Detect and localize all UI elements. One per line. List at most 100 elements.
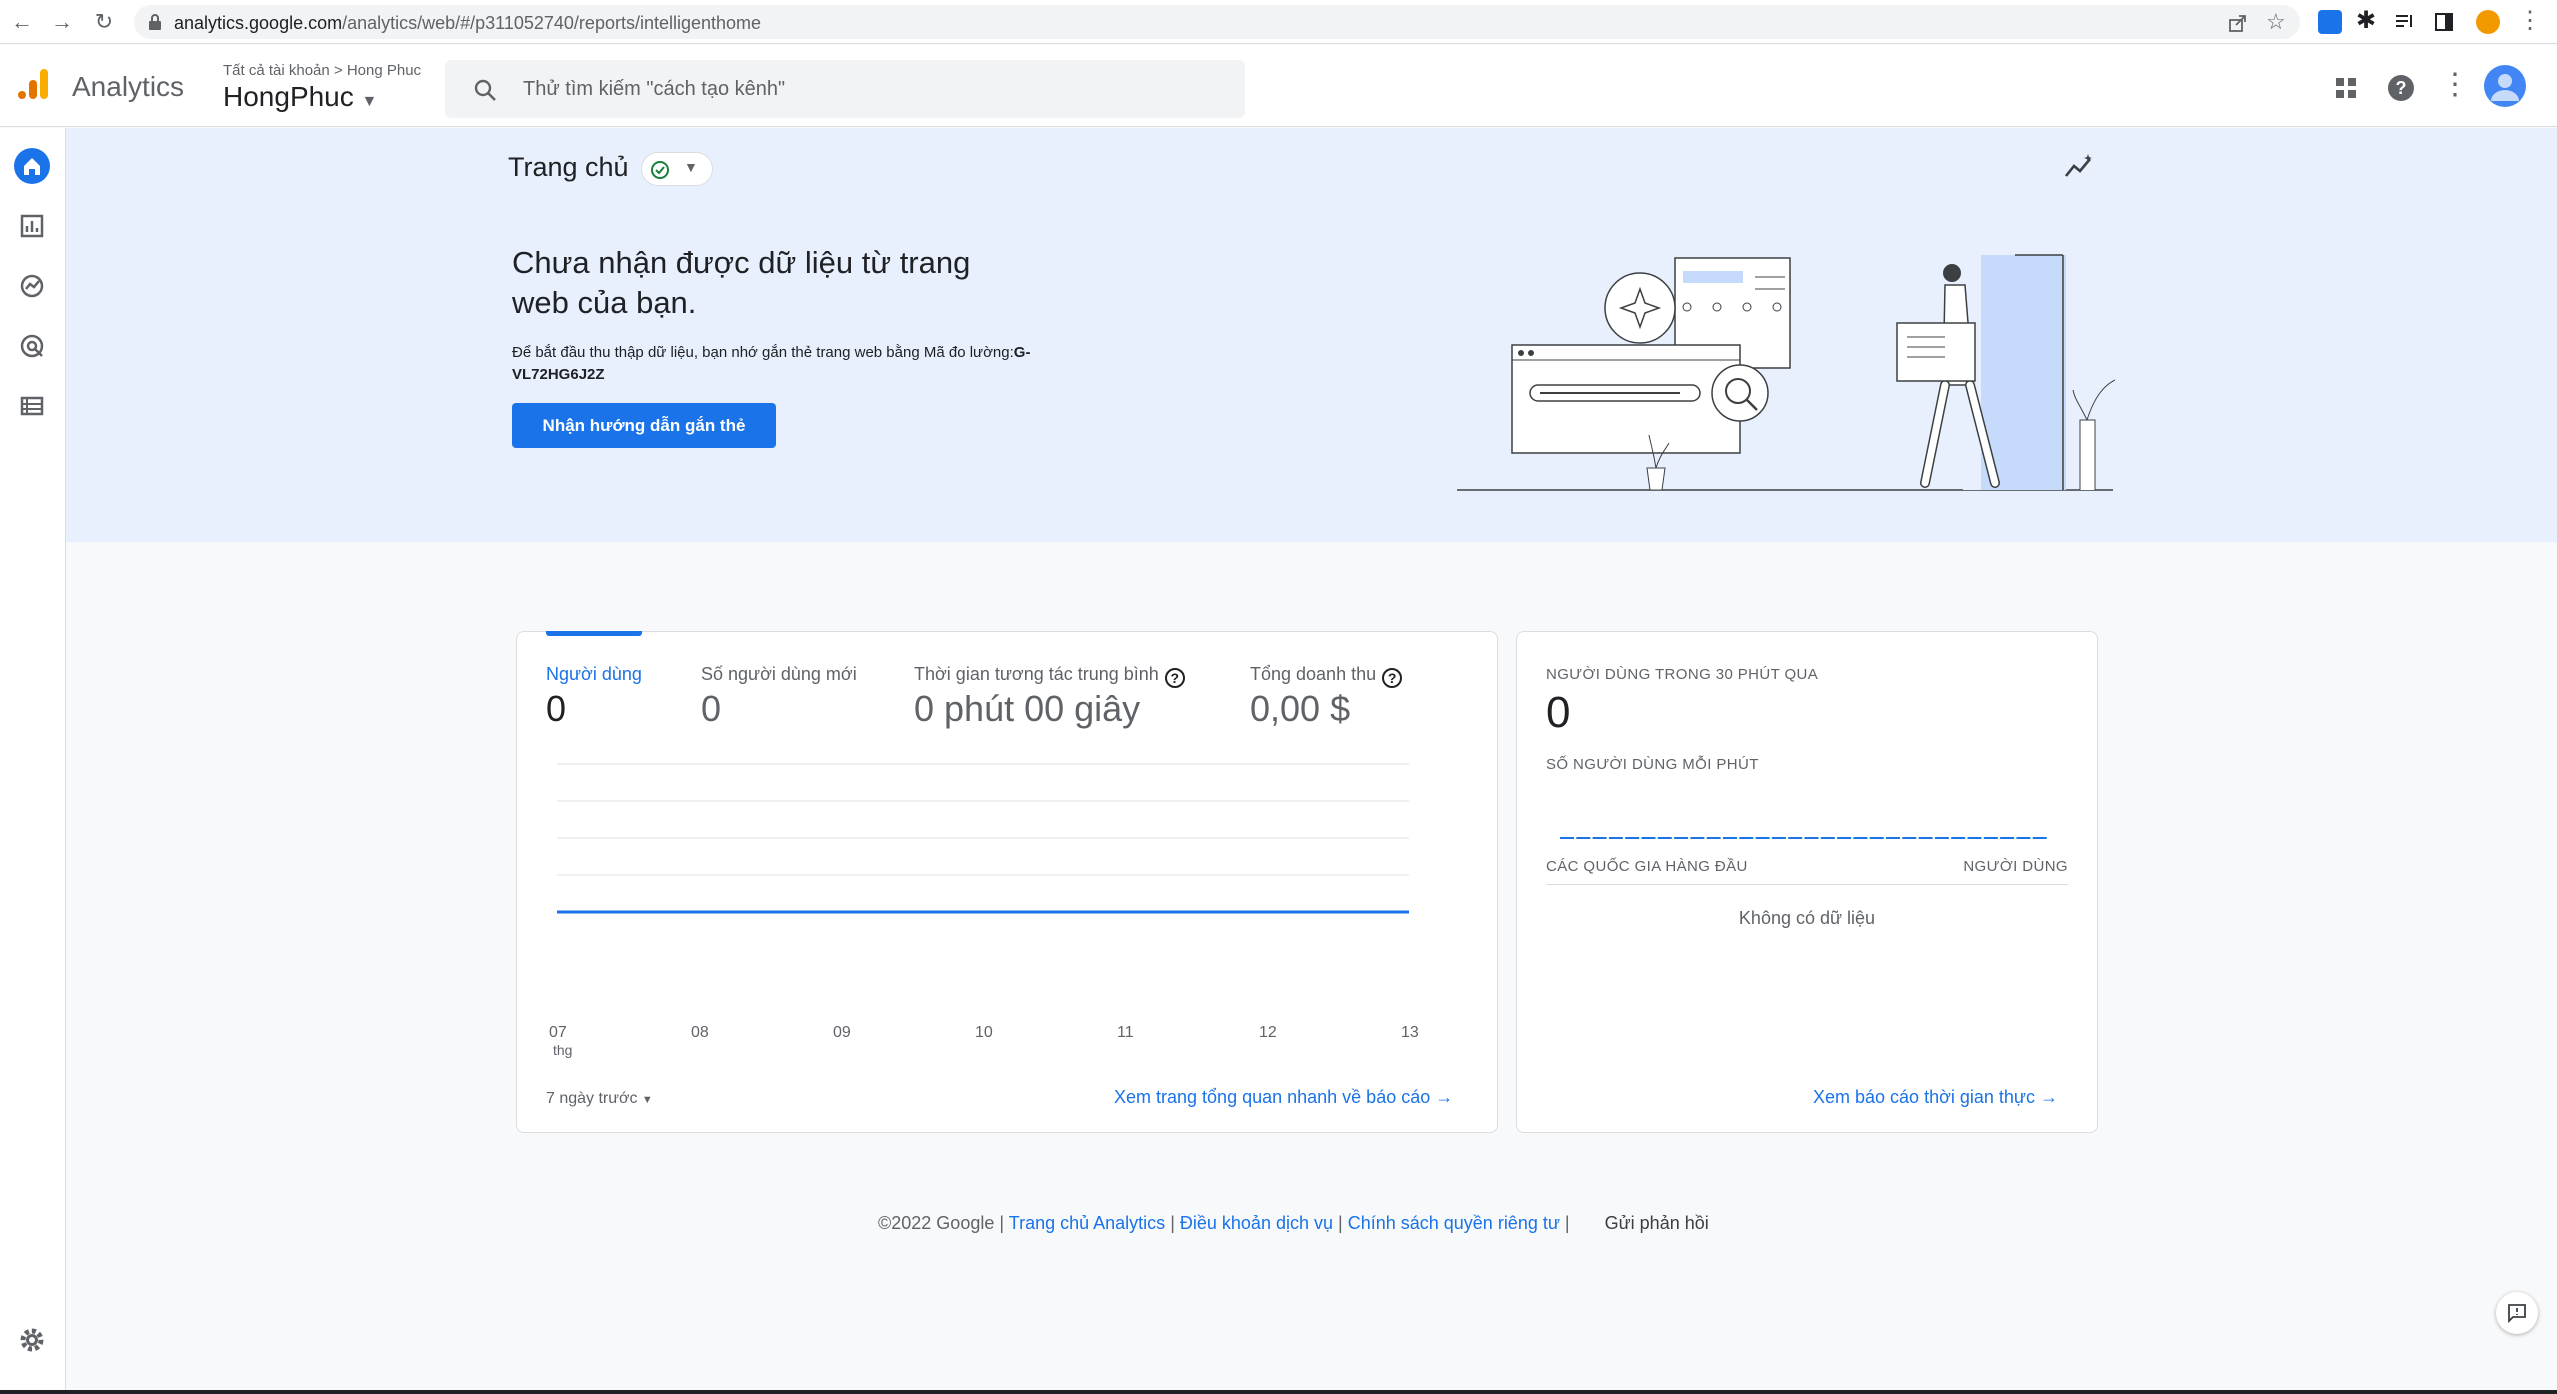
- tab-users[interactable]: Người dùng: [546, 664, 642, 685]
- minute-bar: [1723, 837, 1737, 839]
- x-tick-label: 08: [691, 1024, 709, 1041]
- active-tab-indicator: [546, 631, 642, 636]
- minute-bar: [1918, 837, 1933, 839]
- x-tick-label: 11: [1117, 1024, 1134, 1041]
- search-input[interactable]: Thử tìm kiếm "cách tạo kênh": [445, 60, 1245, 118]
- app-name: Analytics: [72, 71, 185, 102]
- minute-bar: [1657, 837, 1672, 839]
- share-icon[interactable]: [2228, 13, 2248, 33]
- more-vert-icon[interactable]: ⋮: [2440, 67, 2470, 102]
- hero-banner: [66, 128, 2557, 542]
- minute-bar: [2000, 837, 2015, 839]
- minute-bar: [1592, 837, 1607, 839]
- admin-settings-icon[interactable]: [14, 1322, 50, 1358]
- minute-bar: [1706, 837, 1721, 839]
- status-chip[interactable]: ▼: [641, 152, 713, 186]
- breadcrumb[interactable]: Tất cả tài khoản > Hong Phuc: [223, 62, 421, 79]
- arrow-right-icon: →: [2040, 1087, 2058, 1107]
- minute-bar: [1641, 837, 1656, 839]
- users-column-header: NGƯỜI DÙNG: [1963, 858, 2068, 875]
- copyright: ©2022 Google: [878, 1213, 995, 1233]
- browser-toolbar: ← → ↻ analytics.google.com/analytics/web…: [0, 0, 2557, 44]
- minute-bar: [1576, 837, 1591, 839]
- dropdown-arrow-icon: ▼: [641, 1094, 653, 1106]
- divider: [1546, 884, 2068, 885]
- view-realtime-link[interactable]: Xem báo cáo thời gian thực →: [1813, 1087, 2058, 1108]
- account-avatar-icon[interactable]: [2484, 65, 2526, 107]
- profile-avatar-icon[interactable]: [2476, 10, 2500, 34]
- help-circle-icon[interactable]: ?: [1164, 668, 1185, 688]
- footer-feedback-link[interactable]: Gửi phản hồi: [1605, 1213, 1709, 1233]
- view-reports-snapshot-link[interactable]: Xem trang tổng quan nhanh về báo cáo →: [1114, 1087, 1453, 1108]
- tab-new-users[interactable]: Số người dùng mới: [701, 664, 857, 685]
- footer: ©2022 Google | Trang chủ Analytics | Điề…: [878, 1213, 1709, 1233]
- reload-icon[interactable]: ↻: [90, 8, 118, 36]
- tab-total-revenue[interactable]: Tổng doanh thu?: [1250, 664, 1403, 688]
- x-axis-month: thg: [553, 1042, 573, 1058]
- side-panel-icon[interactable]: [2434, 12, 2454, 32]
- minute-bar: [1902, 837, 1917, 839]
- arrow-right-icon: →: [1435, 1087, 1454, 1107]
- url-text: analytics.google.com/analytics/web/#/p31…: [174, 13, 762, 33]
- feedback-icon: [2508, 1304, 2526, 1323]
- browser-menu-icon[interactable]: ⋮: [2518, 6, 2542, 35]
- x-tick-label: 13: [1401, 1024, 1419, 1041]
- extension-icon[interactable]: [2318, 10, 2342, 34]
- reports-icon[interactable]: [14, 208, 50, 244]
- top-countries-header: CÁC QUỐC GIA HÀNG ĐẦU: [1546, 858, 1748, 875]
- date-range-selector[interactable]: 7 ngày trước ▼: [546, 1090, 653, 1108]
- overview-card: Người dùng 0 Số người dùng mới 0 Thời gi…: [516, 631, 1498, 1133]
- configure-icon[interactable]: [14, 388, 50, 424]
- home-icon[interactable]: [14, 148, 50, 184]
- minute-bar: [1608, 837, 1623, 839]
- tagging-guide-button[interactable]: Nhận hướng dẫn gắn thẻ: [512, 403, 776, 448]
- feedback-button[interactable]: [2496, 1292, 2538, 1334]
- left-nav: [0, 128, 66, 1394]
- explore-icon[interactable]: [14, 268, 50, 304]
- analytics-logo-icon: [18, 69, 48, 99]
- back-icon[interactable]: ←: [8, 8, 36, 36]
- chevron-down-icon: ▼: [684, 159, 698, 175]
- window-bottom-border: [0, 1390, 2557, 1394]
- users-line-chart: [557, 763, 1409, 914]
- realtime-card: NGƯỜI DÙNG TRONG 30 PHÚT QUA 0 SỐ NGƯỜI …: [1516, 631, 2098, 1133]
- x-tick-label: 12: [1259, 1024, 1277, 1041]
- extensions-puzzle-icon[interactable]: ✱: [2356, 6, 2376, 35]
- realtime-title: NGƯỜI DÙNG TRONG 30 PHÚT QUA: [1546, 666, 1819, 683]
- insights-icon[interactable]: [2062, 150, 2096, 184]
- footer-link-home[interactable]: Trang chủ Analytics: [1009, 1213, 1165, 1233]
- minute-bar: [1967, 837, 1982, 839]
- forward-icon[interactable]: →: [48, 8, 76, 36]
- minute-bar: [1755, 837, 1770, 839]
- per-minute-bars: [1560, 837, 2047, 839]
- minute-bar: [1853, 837, 1868, 839]
- realtime-users-value: 0: [1546, 688, 1571, 737]
- no-data-message: Không có dữ liệu: [1738, 908, 1876, 928]
- x-tick-label: 09: [833, 1024, 851, 1041]
- metric-engagement-time-value: 0 phút 00 giây: [914, 688, 1141, 729]
- tab-engagement-time[interactable]: Thời gian tương tác trung bình?: [914, 664, 1185, 688]
- svg-text:?: ?: [2396, 78, 2407, 98]
- media-control-icon[interactable]: [2394, 12, 2416, 32]
- hero-heading: Chưa nhận được dữ liệu từ trang web của …: [512, 245, 971, 320]
- footer-link-terms[interactable]: Điều khoản dịch vụ: [1180, 1213, 1333, 1233]
- metric-new-users-value: 0: [701, 688, 722, 729]
- x-tick-label: 07: [549, 1024, 567, 1041]
- address-bar[interactable]: analytics.google.com/analytics/web/#/p31…: [134, 5, 2300, 39]
- advertising-icon[interactable]: [14, 328, 50, 364]
- footer-link-privacy[interactable]: Chính sách quyền riêng tư: [1348, 1213, 1560, 1233]
- minute-bar: [1886, 837, 1900, 839]
- minute-bar: [1739, 837, 1754, 839]
- minute-bar: [1690, 837, 1705, 839]
- bookmark-star-icon[interactable]: ☆: [2266, 9, 2286, 35]
- minute-bar: [1674, 837, 1689, 839]
- metric-revenue-value: 0,00 $: [1250, 688, 1351, 729]
- help-icon[interactable]: ?: [2386, 73, 2416, 103]
- hero-body: Để bắt đầu thu thập dữ liệu, bạn nhớ gắn…: [512, 344, 1031, 383]
- minute-bar: [1983, 837, 1998, 839]
- page-title: Trang chủ: [508, 152, 629, 182]
- property-selector[interactable]: HongPhuc ▼: [223, 81, 377, 113]
- help-circle-icon[interactable]: ?: [1382, 668, 1403, 688]
- apps-grid-icon[interactable]: [2331, 73, 2361, 103]
- minute-bar: [1771, 837, 1786, 839]
